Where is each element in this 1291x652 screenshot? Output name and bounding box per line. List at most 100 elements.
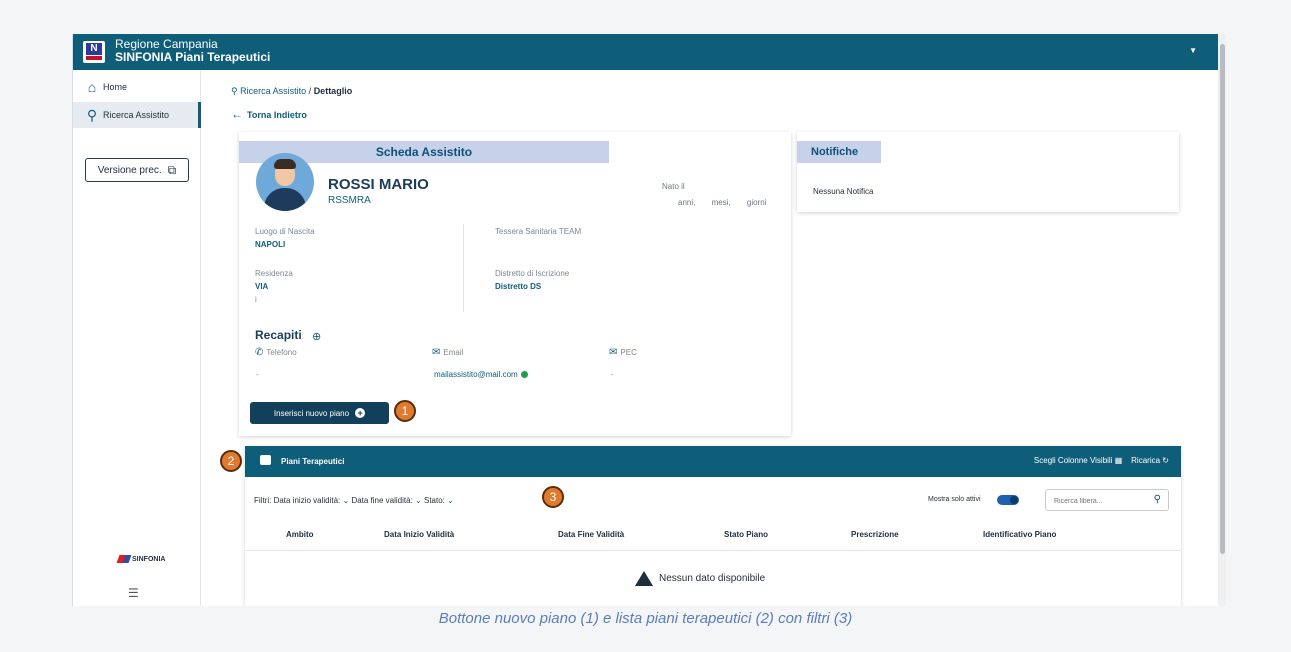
mostra-solo-attivi-toggle[interactable] (997, 495, 1019, 505)
scrollbar[interactable] (1218, 34, 1226, 606)
telefono-label: Telefono (266, 348, 297, 357)
search-icon: ⚲ (86, 106, 98, 123)
email-field: ✉ Email (432, 347, 463, 358)
piani-terapeutici-panel: Piani Terapeutici Scegli Colonne Visibil… (245, 446, 1181, 606)
notifiche-text: Nessuna Notifica (813, 187, 874, 196)
search-field[interactable]: ⚲ (1045, 489, 1169, 512)
empty-text: Nessun dato disponibile (659, 573, 766, 585)
new-plan-label: Inserisci nuovo piano (273, 408, 350, 418)
reload-label: Ricarica (1131, 456, 1161, 465)
callout-badge-3: 3 (542, 486, 564, 508)
patient-name: ROSSI MARIO (328, 176, 429, 193)
patient-cf: RSSMRA (328, 195, 371, 206)
chevron-down-icon: ⌄ (342, 496, 350, 505)
plus-circle-icon: + (355, 408, 366, 418)
collapse-menu-icon[interactable]: ☰ (128, 586, 139, 600)
notifiche-tab: Notifiche (797, 141, 881, 163)
email-label: Email (443, 348, 464, 357)
back-link[interactable]: Torna Indietro (247, 110, 307, 120)
breadcrumb-separator: / (308, 86, 312, 96)
reload-button[interactable]: Ricarica ↻ (1131, 456, 1169, 465)
empty-state: Nessun dato disponibile (635, 571, 765, 586)
notifiche-card: Notifiche Nessuna Notifica (797, 132, 1179, 212)
external-link-icon: ⧉ (167, 162, 177, 177)
arrow-left-icon[interactable]: ← (231, 107, 243, 121)
sinfonia-label: SINFONIA (132, 555, 166, 563)
residenza-value: VIA (255, 282, 269, 291)
search-icon[interactable]: ⚲ (1154, 494, 1161, 505)
user-menu-chevron-icon[interactable]: ▼ (1189, 46, 1197, 55)
reload-icon: ↻ (1162, 456, 1169, 465)
filter-data-fine-label: Data fine validità: (351, 496, 413, 505)
breadcrumb: ⚲ Ricerca Assistito / Dettaglio (231, 86, 352, 97)
scrollbar-thumb[interactable] (1220, 44, 1225, 554)
piani-header: Piani Terapeutici Scegli Colonne Visibil… (245, 446, 1181, 477)
field-divider (463, 224, 464, 312)
search-input[interactable] (1046, 491, 1142, 512)
distretto-label: Distretto di Iscrizione (495, 269, 570, 278)
sidebar-item-home[interactable]: ⌂ Home (73, 74, 201, 100)
telefono-field: ✆ Telefono (255, 347, 297, 358)
region-logo-icon: N (83, 41, 105, 63)
email-icon: ✉ (432, 347, 441, 358)
app-name: SINFONIA Piani Terapeutici (115, 50, 271, 64)
warning-icon (635, 571, 653, 586)
filter-stato[interactable]: Stato: ⌄ (424, 496, 454, 505)
luogo-nascita-label: Luogo di Nascita (255, 227, 315, 236)
column-header[interactable]: Data Fine Validità (558, 530, 624, 539)
phone-icon: ✆ (255, 347, 264, 358)
filter-data-inizio[interactable]: Data inizio validità: ⌄ (274, 496, 350, 505)
email-text: mailassistito@mail.com (434, 370, 518, 379)
column-header[interactable]: Ambito (286, 530, 314, 539)
columns-label: Scegli Colonne Visibili (1033, 456, 1113, 465)
chevron-down-icon: ⌄ (415, 496, 422, 505)
column-header[interactable]: Stato Piano (724, 530, 768, 539)
new-plan-button[interactable]: Inserisci nuovo piano + (250, 402, 389, 424)
app-window: N Regione Campania SINFONIA Piani Terape… (72, 34, 1226, 606)
piani-title: Piani Terapeutici (281, 457, 345, 466)
distretto-value: Distretto DS (495, 282, 542, 291)
columns-icon: ▦ (1114, 456, 1123, 465)
verified-check-icon (520, 371, 528, 379)
sidebar-item-label: Ricerca Assistito (103, 110, 170, 120)
scheda-assistito-card: Scheda Assistito ROSSI MARIO RSSMRA Nato… (239, 132, 791, 436)
filter-data-inizio-label: Data inizio validità: (273, 496, 341, 505)
versione-prec-label: Versione prec. (97, 164, 162, 176)
chevron-down-icon: ⌄ (447, 496, 454, 505)
pec-field: ✉ PEC (609, 347, 637, 358)
add-recapito-icon[interactable]: ⊕ (312, 330, 321, 343)
email-value: mailassistito@mail.com (434, 370, 528, 379)
breadcrumb-link-ricerca[interactable]: Ricerca Assistito (240, 86, 306, 96)
columns-button[interactable]: Scegli Colonne Visibili ▦ (1034, 456, 1122, 465)
breadcrumb-current: Dettaglio (313, 86, 353, 96)
birth-date-label: Nato il (662, 182, 685, 191)
pec-label: PEC (620, 348, 637, 357)
column-header[interactable]: Data Inizio Validità (384, 530, 454, 539)
home-icon: ⌂ (87, 79, 97, 95)
top-bar: N Regione Campania SINFONIA Piani Terape… (73, 34, 1219, 70)
avatar (256, 153, 314, 211)
column-header[interactable]: Identificativo Piano (983, 530, 1056, 539)
toggle-label: Mostra solo attivi (928, 496, 981, 503)
residenza-sub: i (255, 295, 257, 304)
residenza-label: Residenza (255, 269, 293, 278)
filters-bar: Filtri: Data inizio validità: ⌄ Data fin… (254, 496, 454, 505)
patient-age: anni, mesi, giorni (678, 198, 767, 207)
telefono-value: - (256, 370, 259, 379)
sinfonia-logo: SINFONIA (116, 555, 166, 563)
recapiti-title: Recapiti (255, 328, 302, 342)
medical-case-icon (260, 455, 271, 465)
piani-actions: Scegli Colonne Visibili ▦ Ricarica ↻ (1034, 456, 1169, 465)
filters-label: Filtri: (254, 496, 272, 505)
breadcrumb-search-icon: ⚲ (231, 86, 238, 96)
filter-data-fine[interactable]: Data fine validità: ⌄ (351, 496, 421, 505)
pec-value: - (611, 370, 614, 379)
filter-stato-label: Stato: (423, 496, 445, 505)
callout-badge-2: 2 (220, 450, 242, 472)
callout-badge-1: 1 (394, 400, 416, 422)
versione-prec-button[interactable]: Versione prec. ⧉ (85, 158, 189, 182)
column-header[interactable]: Prescrizione (851, 530, 899, 539)
luogo-nascita-value: NAPOLI (255, 240, 286, 249)
sidebar-item-ricerca-assistito[interactable]: ⚲ Ricerca Assistito (73, 102, 201, 128)
sidebar: ⌂ Home ⚲ Ricerca Assistito Versione prec… (73, 70, 201, 606)
